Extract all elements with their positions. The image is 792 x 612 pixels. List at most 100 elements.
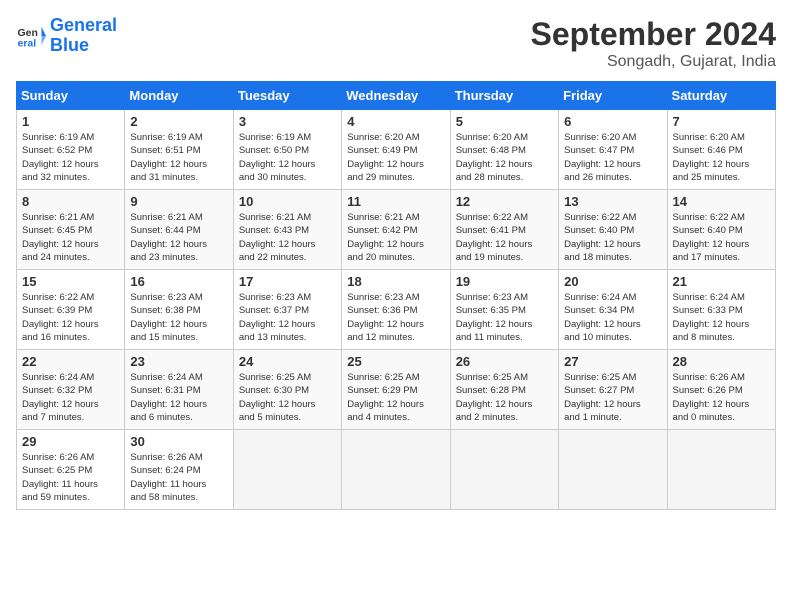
calendar-cell [233, 430, 341, 510]
calendar-cell: 22Sunrise: 6:24 AMSunset: 6:32 PMDayligh… [17, 350, 125, 430]
day-info: Sunrise: 6:25 AMSunset: 6:28 PMDaylight:… [456, 371, 553, 424]
calendar-cell: 15 Sunrise: 6:22 AMSunset: 6:39 PMDayligh… [17, 270, 125, 350]
calendar-table: SundayMondayTuesdayWednesdayThursdayFrid… [16, 81, 776, 510]
day-info: Sunrise: 6:20 AMSunset: 6:46 PMDaylight:… [673, 131, 770, 184]
calendar-week-1: 1 Sunrise: 6:19 AMSunset: 6:52 PMDaylight… [17, 110, 776, 190]
calendar-cell: 13Sunrise: 6:22 AMSunset: 6:40 PMDayligh… [559, 190, 667, 270]
calendar-cell: 3Sunrise: 6:19 AMSunset: 6:50 PMDaylight… [233, 110, 341, 190]
calendar-cell: 18 Sunrise: 6:23 AMSunset: 6:36 PMDayligh… [342, 270, 450, 350]
day-info: Sunrise: 6:24 AMSunset: 6:34 PMDaylight:… [564, 291, 661, 344]
day-info: Sunrise: 6:26 AMSunset: 6:26 PMDaylight:… [673, 371, 770, 424]
day-number: 22 [22, 354, 119, 369]
calendar-cell: 28Sunrise: 6:26 AMSunset: 6:26 PMDayligh… [667, 350, 775, 430]
calendar-cell: 21 Sunrise: 6:24 AMSunset: 6:33 PMDayligh… [667, 270, 775, 350]
calendar-cell: 2Sunrise: 6:19 AMSunset: 6:51 PMDaylight… [125, 110, 233, 190]
day-number: 25 [347, 354, 444, 369]
calendar-cell: 26Sunrise: 6:25 AMSunset: 6:28 PMDayligh… [450, 350, 558, 430]
day-info: Sunrise: 6:22 AMSunset: 6:40 PMDaylight:… [564, 211, 661, 264]
location-subtitle: Songadh, Gujarat, India [531, 53, 776, 71]
calendar-cell: 4 Sunrise: 6:20 AMSunset: 6:49 PMDaylight… [342, 110, 450, 190]
day-info: Sunrise: 6:22 AMSunset: 6:40 PMDaylight:… [673, 211, 770, 264]
calendar-cell: 10 Sunrise: 6:21 AMSunset: 6:43 PMDayligh… [233, 190, 341, 270]
day-number: 27 [564, 354, 661, 369]
day-number: 19 [456, 274, 553, 289]
calendar-cell: 25 Sunrise: 6:25 AMSunset: 6:29 PMDayligh… [342, 350, 450, 430]
calendar-cell: 1 Sunrise: 6:19 AMSunset: 6:52 PMDaylight… [17, 110, 125, 190]
calendar-cell: 9 Sunrise: 6:21 AMSunset: 6:44 PMDaylight… [125, 190, 233, 270]
header-friday: Friday [559, 82, 667, 110]
day-number: 20 [564, 274, 661, 289]
calendar-cell: 24 Sunrise: 6:25 AMSunset: 6:30 PMDayligh… [233, 350, 341, 430]
calendar-week-2: 8Sunrise: 6:21 AMSunset: 6:45 PMDaylight… [17, 190, 776, 270]
header-saturday: Saturday [667, 82, 775, 110]
calendar-cell [559, 430, 667, 510]
calendar-cell: 20 Sunrise: 6:24 AMSunset: 6:34 PMDayligh… [559, 270, 667, 350]
day-info: Sunrise: 6:19 AMSunset: 6:50 PMDaylight:… [239, 131, 336, 184]
day-info: Sunrise: 6:22 AMSunset: 6:39 PMDaylight:… [22, 291, 119, 344]
calendar-cell: 6 Sunrise: 6:20 AMSunset: 6:47 PMDaylight… [559, 110, 667, 190]
calendar-cell: 11 Sunrise: 6:21 AMSunset: 6:42 PMDayligh… [342, 190, 450, 270]
day-number: 10 [239, 194, 336, 209]
day-info: Sunrise: 6:22 AMSunset: 6:41 PMDaylight:… [456, 211, 553, 264]
day-number: 30 [130, 434, 227, 449]
day-info: Sunrise: 6:25 AMSunset: 6:29 PMDaylight:… [347, 371, 444, 424]
header-wednesday: Wednesday [342, 82, 450, 110]
day-info: Sunrise: 6:20 AMSunset: 6:47 PMDaylight:… [564, 131, 661, 184]
day-number: 8 [22, 194, 119, 209]
day-info: Sunrise: 6:21 AMSunset: 6:43 PMDaylight:… [239, 211, 336, 264]
day-info: Sunrise: 6:23 AMSunset: 6:36 PMDaylight:… [347, 291, 444, 344]
calendar-cell [450, 430, 558, 510]
month-title: September 2024 [531, 16, 776, 53]
day-number: 14 [673, 194, 770, 209]
header-thursday: Thursday [450, 82, 558, 110]
calendar-cell: 23 Sunrise: 6:24 AMSunset: 6:31 PMDayligh… [125, 350, 233, 430]
svg-text:eral: eral [18, 37, 37, 49]
calendar-cell: 7 Sunrise: 6:20 AMSunset: 6:46 PMDaylight… [667, 110, 775, 190]
day-info: Sunrise: 6:25 AMSunset: 6:27 PMDaylight:… [564, 371, 661, 424]
day-info: Sunrise: 6:23 AMSunset: 6:37 PMDaylight:… [239, 291, 336, 344]
calendar-cell: 12 Sunrise: 6:22 AMSunset: 6:41 PMDayligh… [450, 190, 558, 270]
logo: Gen eral General Blue [16, 16, 117, 56]
day-info: Sunrise: 6:21 AMSunset: 6:44 PMDaylight:… [130, 211, 227, 264]
day-info: Sunrise: 6:24 AMSunset: 6:31 PMDaylight:… [130, 371, 227, 424]
calendar-cell: 29 Sunrise: 6:26 AMSunset: 6:25 PMDayligh… [17, 430, 125, 510]
day-info: Sunrise: 6:23 AMSunset: 6:38 PMDaylight:… [130, 291, 227, 344]
day-number: 6 [564, 114, 661, 129]
day-number: 9 [130, 194, 227, 209]
day-info: Sunrise: 6:26 AMSunset: 6:25 PMDaylight:… [22, 451, 119, 504]
day-info: Sunrise: 6:25 AMSunset: 6:30 PMDaylight:… [239, 371, 336, 424]
calendar-week-4: 22Sunrise: 6:24 AMSunset: 6:32 PMDayligh… [17, 350, 776, 430]
day-info: Sunrise: 6:21 AMSunset: 6:42 PMDaylight:… [347, 211, 444, 264]
day-number: 17 [239, 274, 336, 289]
day-number: 7 [673, 114, 770, 129]
day-info: Sunrise: 6:20 AMSunset: 6:48 PMDaylight:… [456, 131, 553, 184]
day-info: Sunrise: 6:19 AMSunset: 6:51 PMDaylight:… [130, 131, 227, 184]
day-number: 1 [22, 114, 119, 129]
day-number: 29 [22, 434, 119, 449]
day-number: 23 [130, 354, 227, 369]
header-monday: Monday [125, 82, 233, 110]
day-info: Sunrise: 6:24 AMSunset: 6:33 PMDaylight:… [673, 291, 770, 344]
day-number: 15 [22, 274, 119, 289]
calendar-cell: 5Sunrise: 6:20 AMSunset: 6:48 PMDaylight… [450, 110, 558, 190]
logo-icon: Gen eral [16, 21, 46, 51]
page-header: Gen eral General Blue September 2024 Son… [16, 16, 776, 71]
calendar-cell: 16Sunrise: 6:23 AMSunset: 6:38 PMDayligh… [125, 270, 233, 350]
calendar-cell [342, 430, 450, 510]
day-number: 18 [347, 274, 444, 289]
calendar-header-row: SundayMondayTuesdayWednesdayThursdayFrid… [17, 82, 776, 110]
calendar-week-5: 29 Sunrise: 6:26 AMSunset: 6:25 PMDayligh… [17, 430, 776, 510]
day-number: 24 [239, 354, 336, 369]
day-number: 11 [347, 194, 444, 209]
calendar-title-block: September 2024 Songadh, Gujarat, India [531, 16, 776, 71]
logo-text: General Blue [50, 16, 117, 56]
calendar-cell: 14 Sunrise: 6:22 AMSunset: 6:40 PMDayligh… [667, 190, 775, 270]
header-tuesday: Tuesday [233, 82, 341, 110]
day-info: Sunrise: 6:19 AMSunset: 6:52 PMDaylight:… [22, 131, 119, 184]
day-number: 12 [456, 194, 553, 209]
day-number: 4 [347, 114, 444, 129]
calendar-cell: 17 Sunrise: 6:23 AMSunset: 6:37 PMDayligh… [233, 270, 341, 350]
day-info: Sunrise: 6:20 AMSunset: 6:49 PMDaylight:… [347, 131, 444, 184]
day-number: 21 [673, 274, 770, 289]
calendar-cell: 27 Sunrise: 6:25 AMSunset: 6:27 PMDayligh… [559, 350, 667, 430]
